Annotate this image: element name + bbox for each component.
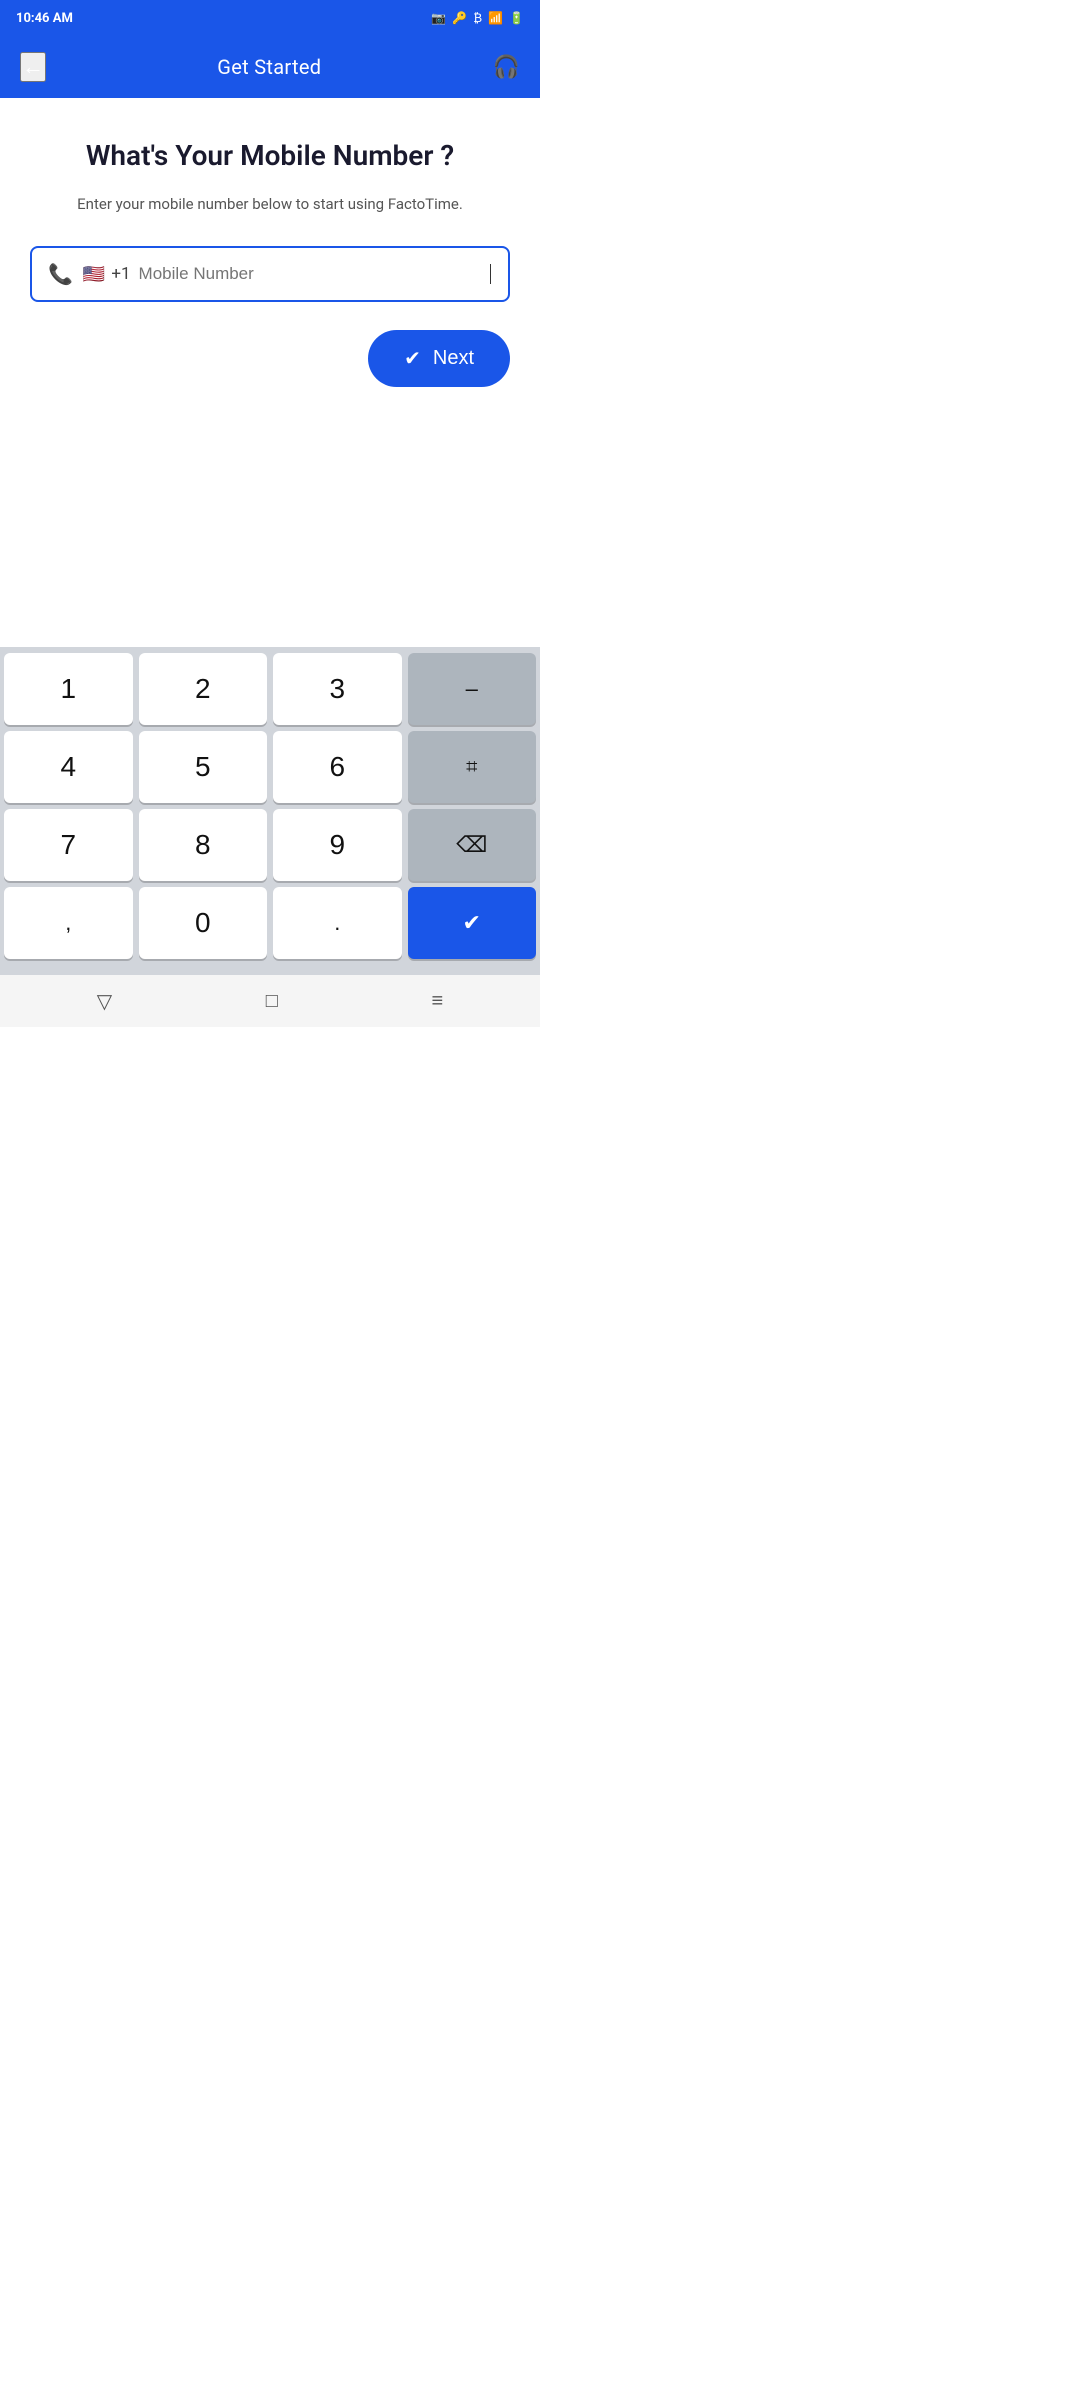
checkmark-icon: ✔	[404, 346, 421, 371]
key-backspace[interactable]: ⌫	[408, 809, 537, 881]
key-7[interactable]: 7	[4, 809, 133, 881]
nav-home-button[interactable]: □	[266, 990, 278, 1013]
key-2[interactable]: 2	[139, 653, 268, 725]
cursor	[490, 264, 491, 284]
key-dash[interactable]: –	[408, 653, 537, 725]
mobile-number-input[interactable]	[139, 264, 489, 284]
back-button[interactable]: ←	[20, 52, 46, 82]
key-9[interactable]: 9	[273, 809, 402, 881]
keyboard-row-1: 1 2 3 –	[4, 653, 536, 725]
key-confirm[interactable]: ✔	[408, 887, 537, 959]
headset-icon: 🎧	[493, 55, 520, 80]
camera-icon: 📷	[431, 11, 446, 25]
keyboard-row-3: 7 8 9 ⌫	[4, 809, 536, 881]
bluetooth-icon: ₿	[473, 11, 482, 25]
nav-menu-button[interactable]: ≡	[432, 990, 444, 1013]
app-header: ← Get Started 🎧	[0, 36, 540, 98]
page-heading: What's Your Mobile Number ?	[30, 138, 510, 174]
phone-icon: 📞	[48, 262, 73, 286]
battery-icon: 🔋	[509, 11, 524, 25]
header-title: Get Started	[217, 55, 321, 79]
system-nav-bar: ▽ □ ≡	[0, 975, 540, 1027]
key-4[interactable]: 4	[4, 731, 133, 803]
next-button-wrapper: ✔ Next	[30, 330, 510, 387]
page-subtitle: Enter your mobile number below to start …	[30, 192, 510, 216]
key-tab[interactable]: ⌗	[408, 731, 537, 803]
key-comma[interactable]: ,	[4, 887, 133, 959]
status-icons: 📷 🔑 ₿ 📶 🔋	[431, 11, 524, 25]
main-content: What's Your Mobile Number ? Enter your m…	[0, 98, 540, 427]
key-0[interactable]: 0	[139, 887, 268, 959]
phone-input-container[interactable]: 📞 🇺🇸 +1	[30, 246, 510, 302]
key-6[interactable]: 6	[273, 731, 402, 803]
next-button-label: Next	[433, 347, 474, 370]
wifi-icon: 📶	[488, 11, 503, 25]
key-period[interactable]: .	[273, 887, 402, 959]
empty-area	[0, 427, 540, 647]
key-5[interactable]: 5	[139, 731, 268, 803]
status-bar: 10:46 AM 📷 🔑 ₿ 📶 🔋	[0, 0, 540, 36]
keyboard-row-4: , 0 . ✔	[4, 887, 536, 959]
keyboard-row-2: 4 5 6 ⌗	[4, 731, 536, 803]
nav-back-button[interactable]: ▽	[97, 989, 112, 1014]
country-code: +1	[111, 264, 130, 284]
key-8[interactable]: 8	[139, 809, 268, 881]
status-time: 10:46 AM	[16, 11, 73, 26]
flag-icon: 🇺🇸	[83, 264, 105, 285]
key-1[interactable]: 1	[4, 653, 133, 725]
key-icon: 🔑	[452, 11, 467, 25]
numeric-keyboard: 1 2 3 – 4 5 6 ⌗ 7 8 9 ⌫ , 0 . ✔	[0, 647, 540, 975]
key-3[interactable]: 3	[273, 653, 402, 725]
next-button[interactable]: ✔ Next	[368, 330, 510, 387]
